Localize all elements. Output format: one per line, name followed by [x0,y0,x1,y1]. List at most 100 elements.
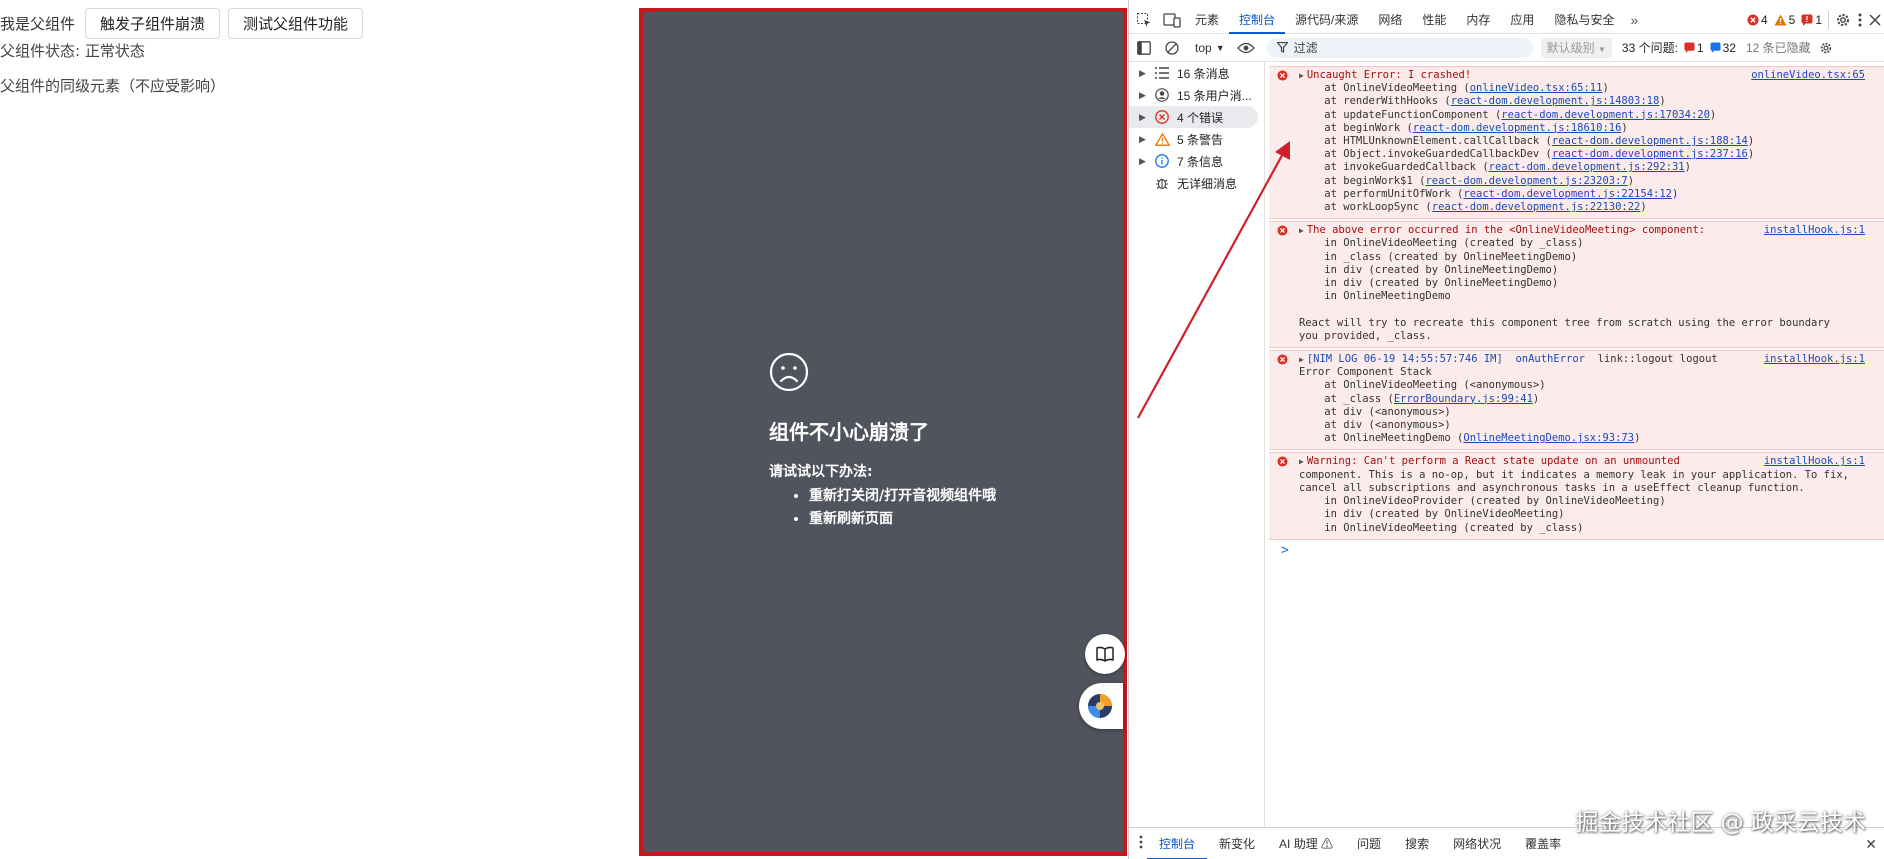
console-error-message: onlineVideo.tsx:65 ▶ Uncaught Error: I cr… [1269,66,1884,220]
sidebar-item-label: 16 条消息 [1177,66,1230,81]
stack-source-link[interactable]: react-dom.development.js:14803:18 [1451,95,1660,107]
watermark: 掘金技术社区 @ 政采云技术 [1575,810,1866,836]
tab-console[interactable]: 控制台 [1229,6,1286,34]
drawer-tab-search[interactable]: 搜索 [1393,828,1441,859]
sidebar-item-warnings[interactable]: ▶ 5 条警告 [1129,128,1264,150]
console-line: cancel all subscriptions and asynchronou… [1299,481,1805,494]
issue-flag-icon [1684,42,1695,53]
log-level-select[interactable]: 默认级别 ▼ [1540,37,1612,58]
console-toolbar: top ▼ 过滤 默认级别 ▼ 33 个问题: 1 32 12 条已隐藏 [1129,34,1884,62]
tab-sources[interactable]: 源代码/来源 [1285,6,1368,34]
sidebar-item-user-messages[interactable]: ▶ 15 条用户消... [1129,84,1264,106]
expand-arrow-icon: ▶ [1139,111,1146,122]
more-tabs-button[interactable]: » [1624,12,1644,28]
log-level-value: 默认级别 [1546,40,1595,55]
parent-status-text: 父组件状态: 正常状态 [0,42,145,60]
console-line: in OnlineMeetingDemo [1299,290,1451,303]
drawer-tab-ai-assistant[interactable]: AI 助理 ⚠ [1267,828,1345,859]
console-sidebar: ▶ 16 条消息 ▶ 15 条用户消... ▶ 4 个错误 ▶ 5 条警告 ▶ … [1129,62,1265,827]
crash-child-button[interactable]: 触发子组件崩溃 [85,7,221,39]
console-line: in div (created by OnlineMeetingDemo) [1299,277,1559,290]
stack-source-link[interactable]: react-dom.development.js:18610:16 [1413,122,1622,134]
source-link[interactable]: installHook.js:1 [1764,455,1865,468]
hidden-count: 12 条已隐藏 [1745,41,1811,55]
stack-source-link[interactable]: ErrorBoundary.js:99:41 [1394,393,1533,405]
stack-source-link[interactable]: OnlineMeetingDemo.jsx:93:73 [1463,432,1634,444]
live-expression-eye-icon[interactable] [1233,36,1259,60]
caret-down-icon: ▼ [1597,44,1606,54]
assistant-float-button[interactable] [1079,683,1123,729]
warning-count-badge[interactable]: 5 [1774,13,1795,27]
sidebar-item-errors[interactable]: ▶ 4 个错误 [1129,106,1258,128]
clear-console-icon[interactable] [1159,36,1185,60]
devtools-tabbar: 元素 控制台 源代码/来源 网络 性能 内存 应用 隐私与安全 » 4 5 1 [1129,6,1884,34]
drawer-menu-icon[interactable] [1139,835,1143,852]
user-icon [1151,88,1173,102]
error-icon [1151,110,1173,124]
sidebar-toggle-icon[interactable] [1131,36,1157,60]
suggestion-item: 重新刷新页面 [809,508,996,528]
tab-memory[interactable]: 内存 [1456,6,1500,34]
sidebar-item-label: 15 条用户消... [1177,88,1252,103]
expand-arrow-icon: ▶ [1139,133,1146,144]
sidebar-item-info[interactable]: ▶ 7 条信息 [1129,150,1264,172]
devtools-status: 4 5 1 [1747,6,1881,34]
tab-network[interactable]: 网络 [1368,6,1412,34]
source-link[interactable]: onlineVideo.tsx:65 [1751,69,1865,82]
close-devtools-icon[interactable] [1869,14,1881,26]
sidebar-item-verbose[interactable]: 无详细消息 [1129,172,1264,194]
drawer-tab-whats-new[interactable]: 新变化 [1207,828,1267,859]
console-line: at updateFunctionComponent (react-dom.de… [1299,108,1717,121]
console-line: at renderWithHooks (react-dom.developmen… [1299,95,1666,108]
tab-performance[interactable]: 性能 [1412,6,1456,34]
error-fallback: 组件不小心崩溃了 请试试以下办法: 重新打关闭/打开音视频组件哦 重新刷新页面 [769,352,996,531]
inspect-element-icon[interactable] [1131,8,1157,32]
kebab-menu-icon[interactable] [1857,12,1863,28]
test-parent-button[interactable]: 测试父组件功能 [228,7,364,39]
stack-source-link[interactable]: react-dom.development.js:22154:12 [1463,188,1672,200]
console-error-message: installHook.js:1 ▶ The above error occurr… [1269,221,1884,349]
drawer-tab-console[interactable]: 控制台 [1147,828,1208,859]
console-output: onlineVideo.tsx:65 ▶ Uncaught Error: I cr… [1269,62,1884,827]
sidebar-item-label: 4 个错误 [1177,110,1224,125]
stack-source-link[interactable]: onlineVideo.tsx:65:11 [1470,82,1603,94]
settings-gear-icon[interactable] [1835,12,1851,28]
sidebar-item-messages[interactable]: ▶ 16 条消息 [1129,62,1264,84]
console-prompt[interactable]: > [1281,544,1884,557]
tab-privacy-security[interactable]: 隐私与安全 [1544,6,1624,34]
assistant-avatar-icon [1088,694,1112,718]
stack-source-link[interactable]: react-dom.development.js:188:14 [1552,135,1748,147]
message-text: link::logout logout [1584,353,1718,366]
drawer-tab-issues[interactable]: 问题 [1345,828,1393,859]
crash-title: 组件不小心崩溃了 [769,420,929,444]
console-settings-gear-icon[interactable] [1819,41,1833,55]
warning-icon [1774,14,1787,26]
drawer-tab-coverage[interactable]: 覆盖率 [1513,828,1573,859]
drawer-tab-network-conditions[interactable]: 网络状况 [1441,828,1513,859]
book-float-button[interactable] [1085,634,1125,674]
console-line: at _class (ErrorBoundary.js:99:41) [1299,392,1540,405]
stack-source-link[interactable]: react-dom.development.js:292:31 [1489,161,1685,173]
source-link[interactable]: installHook.js:1 [1764,224,1865,237]
device-toolbar-icon[interactable] [1159,8,1185,32]
tab-application[interactable]: 应用 [1500,6,1544,34]
issue-flag-icon [1801,14,1813,26]
tab-elements[interactable]: 元素 [1185,6,1229,34]
console-line: at OnlineMeetingDemo (OnlineMeetingDemo.… [1299,432,1641,445]
context-select[interactable]: top ▼ [1195,41,1225,55]
component-stack: in OnlineVideoMeeting (created by _class… [1299,237,1873,343]
error-count-badge[interactable]: 4 [1747,13,1768,27]
stack-source-link[interactable]: react-dom.development.js:237:16 [1552,148,1748,160]
source-link[interactable]: installHook.js:1 [1764,353,1865,366]
sidebar-item-label: 无详细消息 [1177,176,1238,191]
suggestion-item: 重新打关闭/打开音视频组件哦 [809,485,996,505]
console-filter-input[interactable]: 过滤 [1266,37,1533,58]
stack-source-link[interactable]: react-dom.development.js:17034:20 [1501,109,1710,121]
issues-count-badge[interactable]: 1 [1801,13,1822,27]
close-drawer-icon[interactable]: ✕ [1865,836,1877,853]
stack-source-link[interactable]: react-dom.development.js:22130:22 [1432,201,1641,213]
issues-summary[interactable]: 33 个问题: 1 32 [1622,39,1736,56]
stack-source-link[interactable]: react-dom.development.js:23203:7 [1425,175,1627,187]
console-line: at OnlineVideoMeeting (<anonymous>) [1299,379,1546,392]
